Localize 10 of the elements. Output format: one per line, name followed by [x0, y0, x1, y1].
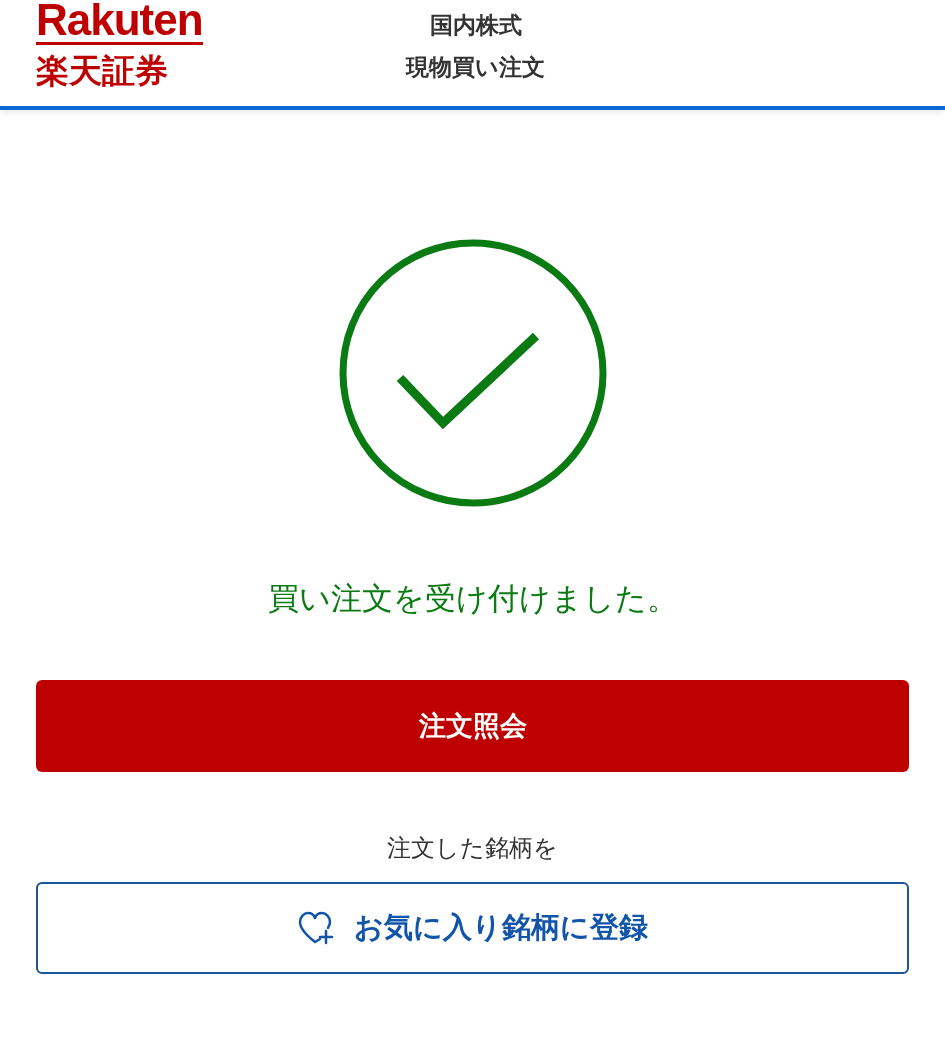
add-favorite-button[interactable]: お気に入り銘柄に登録: [36, 882, 909, 974]
logo-name: 楽天証券: [36, 51, 168, 91]
caption-text: 注文した銘柄を: [387, 833, 558, 864]
result-message: 買い注文を受け付けました。: [267, 579, 678, 618]
heart-plus-icon: [297, 911, 334, 945]
logo-wordmark: Rakuten: [36, 0, 203, 45]
page-title: 国内株式: [429, 11, 522, 40]
check-circle-icon: [337, 238, 608, 508]
order-inquiry-button[interactable]: 注文照会: [36, 680, 909, 772]
page-title: 現物買い注文: [406, 53, 545, 82]
